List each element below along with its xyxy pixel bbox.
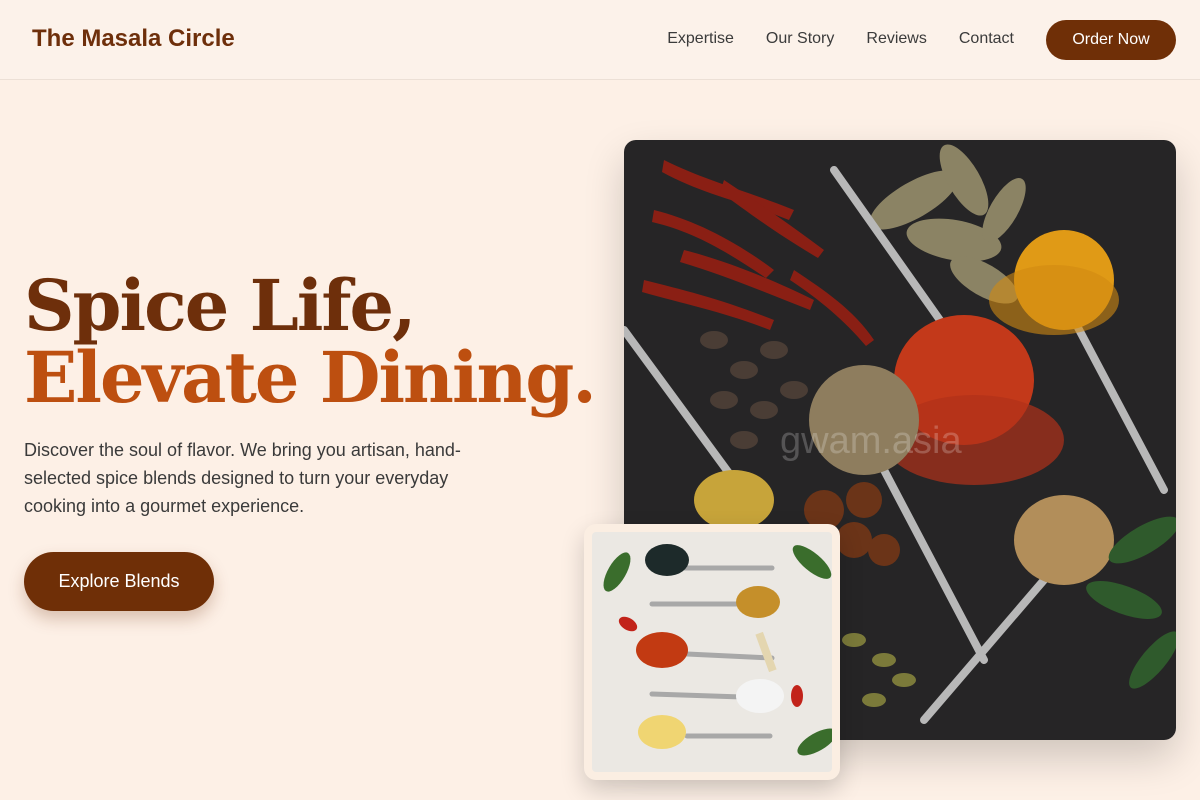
nav-link-reviews[interactable]: Reviews [866,30,926,48]
headline-line-2: Elevate Dining. [24,336,597,419]
nav-link-expertise[interactable]: Expertise [667,30,734,48]
nav-link-contact[interactable]: Contact [959,30,1014,48]
top-nav: The Masala Circle Expertise Our Story Re… [0,0,1200,80]
explore-blends-button[interactable]: Explore Blends [24,552,214,611]
nav-links: Expertise Our Story Reviews Contact [667,30,1014,48]
small-spices-card [584,524,840,780]
hero-headline: Spice Life, Elevate Dining. [24,264,597,419]
order-now-button[interactable]: Order Now [1046,20,1176,60]
image-watermark: gwam.asia [780,420,962,462]
nav-link-our-story[interactable]: Our Story [766,30,834,48]
hero-description: Discover the soul of flavor. We bring yo… [24,440,461,516]
brand-logo[interactable]: The Masala Circle [32,25,235,53]
headline-line-1: Spice Life, [24,264,416,347]
small-spices-image [592,532,832,772]
